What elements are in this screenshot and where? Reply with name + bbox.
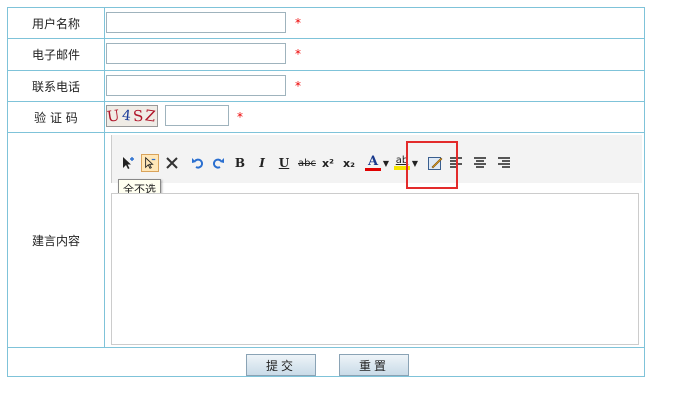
captcha-row: 验 证 码 U 4 S Z * (8, 102, 644, 133)
captcha-image[interactable]: U 4 S Z (106, 105, 158, 127)
email-label: 电子邮件 (8, 39, 105, 70)
username-required-mark: * (295, 16, 301, 30)
username-input[interactable] (106, 12, 286, 33)
underline-icon[interactable]: U (276, 155, 292, 171)
captcha-required-mark: * (237, 110, 243, 124)
select-none-icon[interactable] (141, 154, 159, 172)
phone-required-mark: * (295, 79, 301, 93)
font-color-letter: A (367, 153, 379, 169)
subscript-icon[interactable]: x₂ (341, 155, 357, 171)
captcha-char: U (106, 106, 123, 126)
font-color-swatch (365, 167, 381, 171)
rich-text-editor: B I U abc x² x₂ A ▼ ab ▼ 全不选 (111, 135, 642, 345)
suggestion-form: 用户名称 * 电子邮件 * 联系电话 * 验 证 码 U 4 S Z * 建言内… (7, 7, 645, 377)
highlight-box (406, 141, 458, 189)
phone-row: 联系电话 * (8, 71, 644, 102)
email-required-mark: * (295, 47, 301, 61)
font-color-dropdown-icon[interactable]: ▼ (382, 155, 390, 171)
editor-content-area[interactable] (111, 193, 639, 345)
phone-input[interactable] (106, 75, 286, 96)
align-center-icon[interactable] (472, 155, 488, 171)
font-color-icon[interactable]: A (362, 155, 384, 171)
undo-icon[interactable] (190, 155, 206, 171)
redo-icon[interactable] (210, 155, 226, 171)
captcha-input[interactable] (165, 105, 229, 126)
actions-row: 提交 重置 (8, 348, 644, 378)
delete-icon[interactable] (164, 155, 180, 171)
superscript-icon[interactable]: x² (320, 155, 336, 171)
username-row: 用户名称 * (8, 8, 644, 39)
align-right-icon[interactable] (496, 155, 512, 171)
submit-button[interactable]: 提交 (246, 354, 316, 376)
email-input[interactable] (106, 43, 286, 64)
username-label: 用户名称 (8, 8, 105, 38)
reset-button[interactable]: 重置 (339, 354, 409, 376)
captcha-label: 验 证 码 (8, 102, 105, 132)
select-all-icon[interactable] (120, 155, 136, 171)
suggestion-row: 建言内容 B I U abc x² x₂ A ▼ ab ▼ 全不选 (8, 133, 644, 348)
captcha-char: 4 (121, 107, 133, 125)
bold-icon[interactable]: B (232, 155, 248, 171)
phone-label: 联系电话 (8, 71, 105, 101)
editor-toolbar: B I U abc x² x₂ A ▼ ab ▼ 全不选 (111, 135, 642, 199)
email-row: 电子邮件 * (8, 39, 644, 71)
italic-icon[interactable]: I (254, 155, 270, 171)
strikethrough-icon[interactable]: abc (296, 155, 318, 171)
captcha-char: Z (144, 106, 158, 126)
suggestion-label: 建言内容 (8, 133, 105, 347)
